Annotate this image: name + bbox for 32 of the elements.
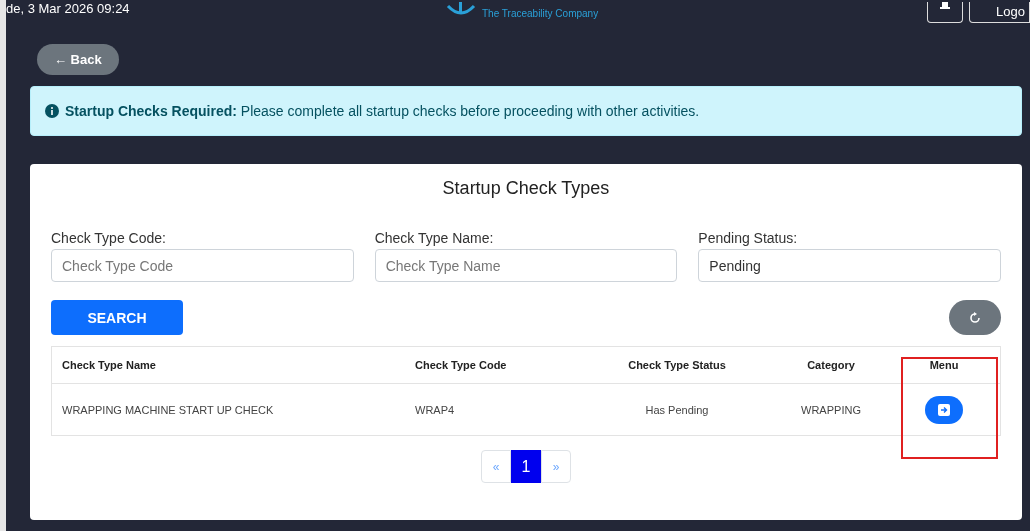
column-header: Category bbox=[807, 359, 855, 371]
table-cell: WRAP4 bbox=[415, 403, 455, 416]
input-field[interactable]: Pending bbox=[698, 249, 1001, 282]
refresh-button[interactable] bbox=[949, 300, 1001, 335]
column-header: Menu bbox=[929, 359, 959, 371]
column-header: Check Type Name bbox=[62, 359, 156, 371]
previous-page-button[interactable]: « bbox=[481, 450, 511, 483]
logout-button[interactable]: Logo bbox=[969, 2, 1030, 23]
field-label: Pending Status: bbox=[698, 230, 799, 246]
search-button[interactable]: SEARCH bbox=[51, 300, 183, 335]
column-header: Check Type Status bbox=[628, 359, 726, 371]
back-button[interactable]: ← Back bbox=[37, 44, 119, 75]
table-cell: Has Pending bbox=[645, 403, 709, 416]
page-button[interactable]: 1 bbox=[511, 450, 541, 483]
table-cell: WRAPPING bbox=[801, 403, 861, 416]
next-page-button[interactable]: » bbox=[541, 450, 571, 483]
column-header: Check Type Code bbox=[415, 359, 507, 371]
card-title: Startup Check Types bbox=[441, 178, 611, 199]
field-label: Check Type Code: bbox=[51, 230, 167, 246]
table-cell: WRAPPING MACHINE START UP CHECK bbox=[62, 403, 274, 416]
date-time: de, 3 Mar 2026 09:24 bbox=[6, 2, 131, 16]
refresh-icon bbox=[969, 311, 981, 324]
logo-tagline: The Traceability Company bbox=[482, 8, 599, 19]
alert-message: Startup Checks Required: Please complete all startup checks before proceeding with other activities. bbox=[65, 103, 700, 119]
bell-icon bbox=[940, 2, 951, 10]
field-label: Check Type Name: bbox=[374, 230, 495, 246]
arrow-right-icon bbox=[938, 403, 950, 416]
input-field[interactable]: Check Type Code bbox=[51, 249, 354, 282]
bell-button[interactable] bbox=[927, 2, 964, 23]
open-button[interactable] bbox=[925, 395, 963, 424]
input-field[interactable]: Check Type Name bbox=[374, 249, 678, 282]
info-icon bbox=[45, 104, 59, 118]
